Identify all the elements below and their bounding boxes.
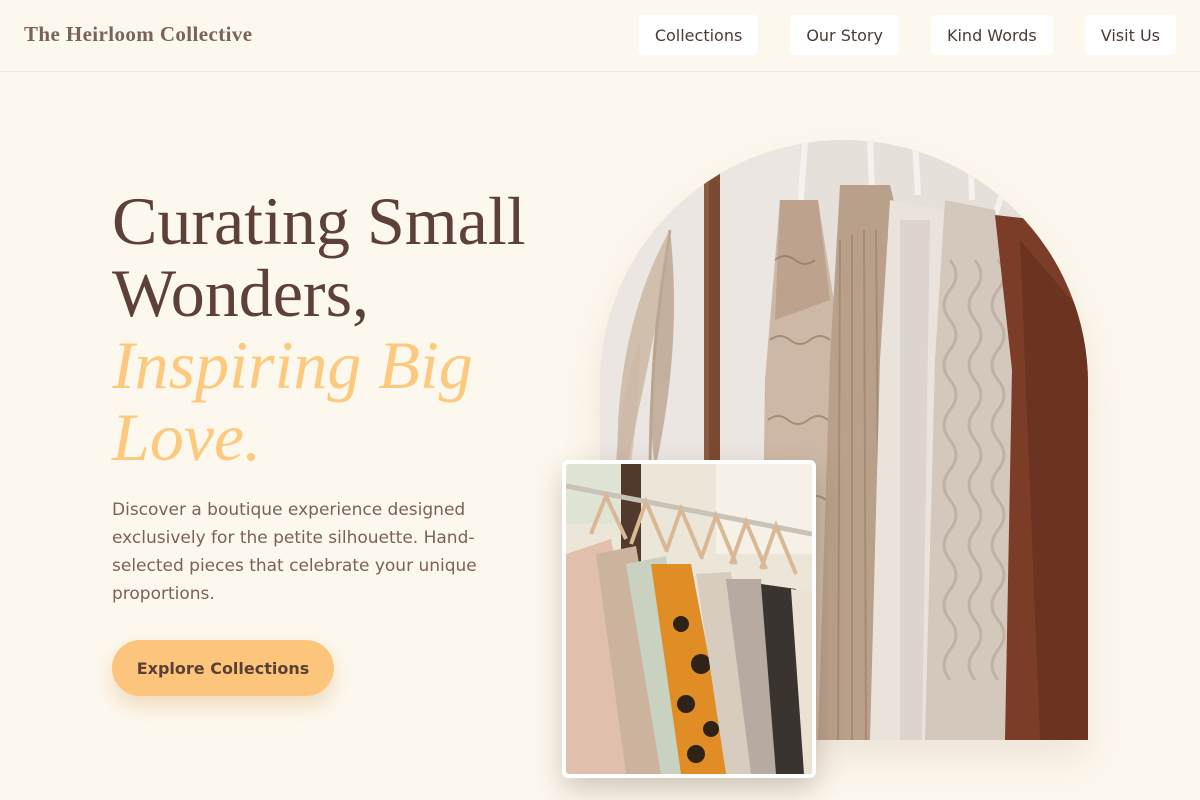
hero-subtitle: Discover a boutique experience designed …: [112, 500, 477, 604]
main-nav: Collections Our Story Kind Words Visit U…: [638, 15, 1176, 55]
nav-link-visit-us[interactable]: Visit Us: [1084, 15, 1176, 55]
nav-link-our-story[interactable]: Our Story: [790, 15, 899, 55]
hero-inset-image: [562, 460, 816, 778]
hero-title-accent-line-1: Inspiring Big: [112, 327, 473, 403]
site-header: The Heirloom Collective Collections Our …: [0, 0, 1200, 72]
hero-title-accent-line-2: Love.: [112, 399, 262, 475]
brand-logo-text[interactable]: The Heirloom Collective: [24, 22, 252, 47]
nav-link-collections[interactable]: Collections: [638, 15, 759, 55]
hero-title-line-2: Wonders,: [112, 255, 370, 331]
explore-collections-button[interactable]: Explore Collections: [112, 640, 334, 696]
hero-title: Curating Small Wonders, Inspiring Big Lo…: [112, 185, 592, 473]
nav-link-kind-words[interactable]: Kind Words: [930, 15, 1053, 55]
hero-title-line-1: Curating Small: [112, 183, 526, 259]
